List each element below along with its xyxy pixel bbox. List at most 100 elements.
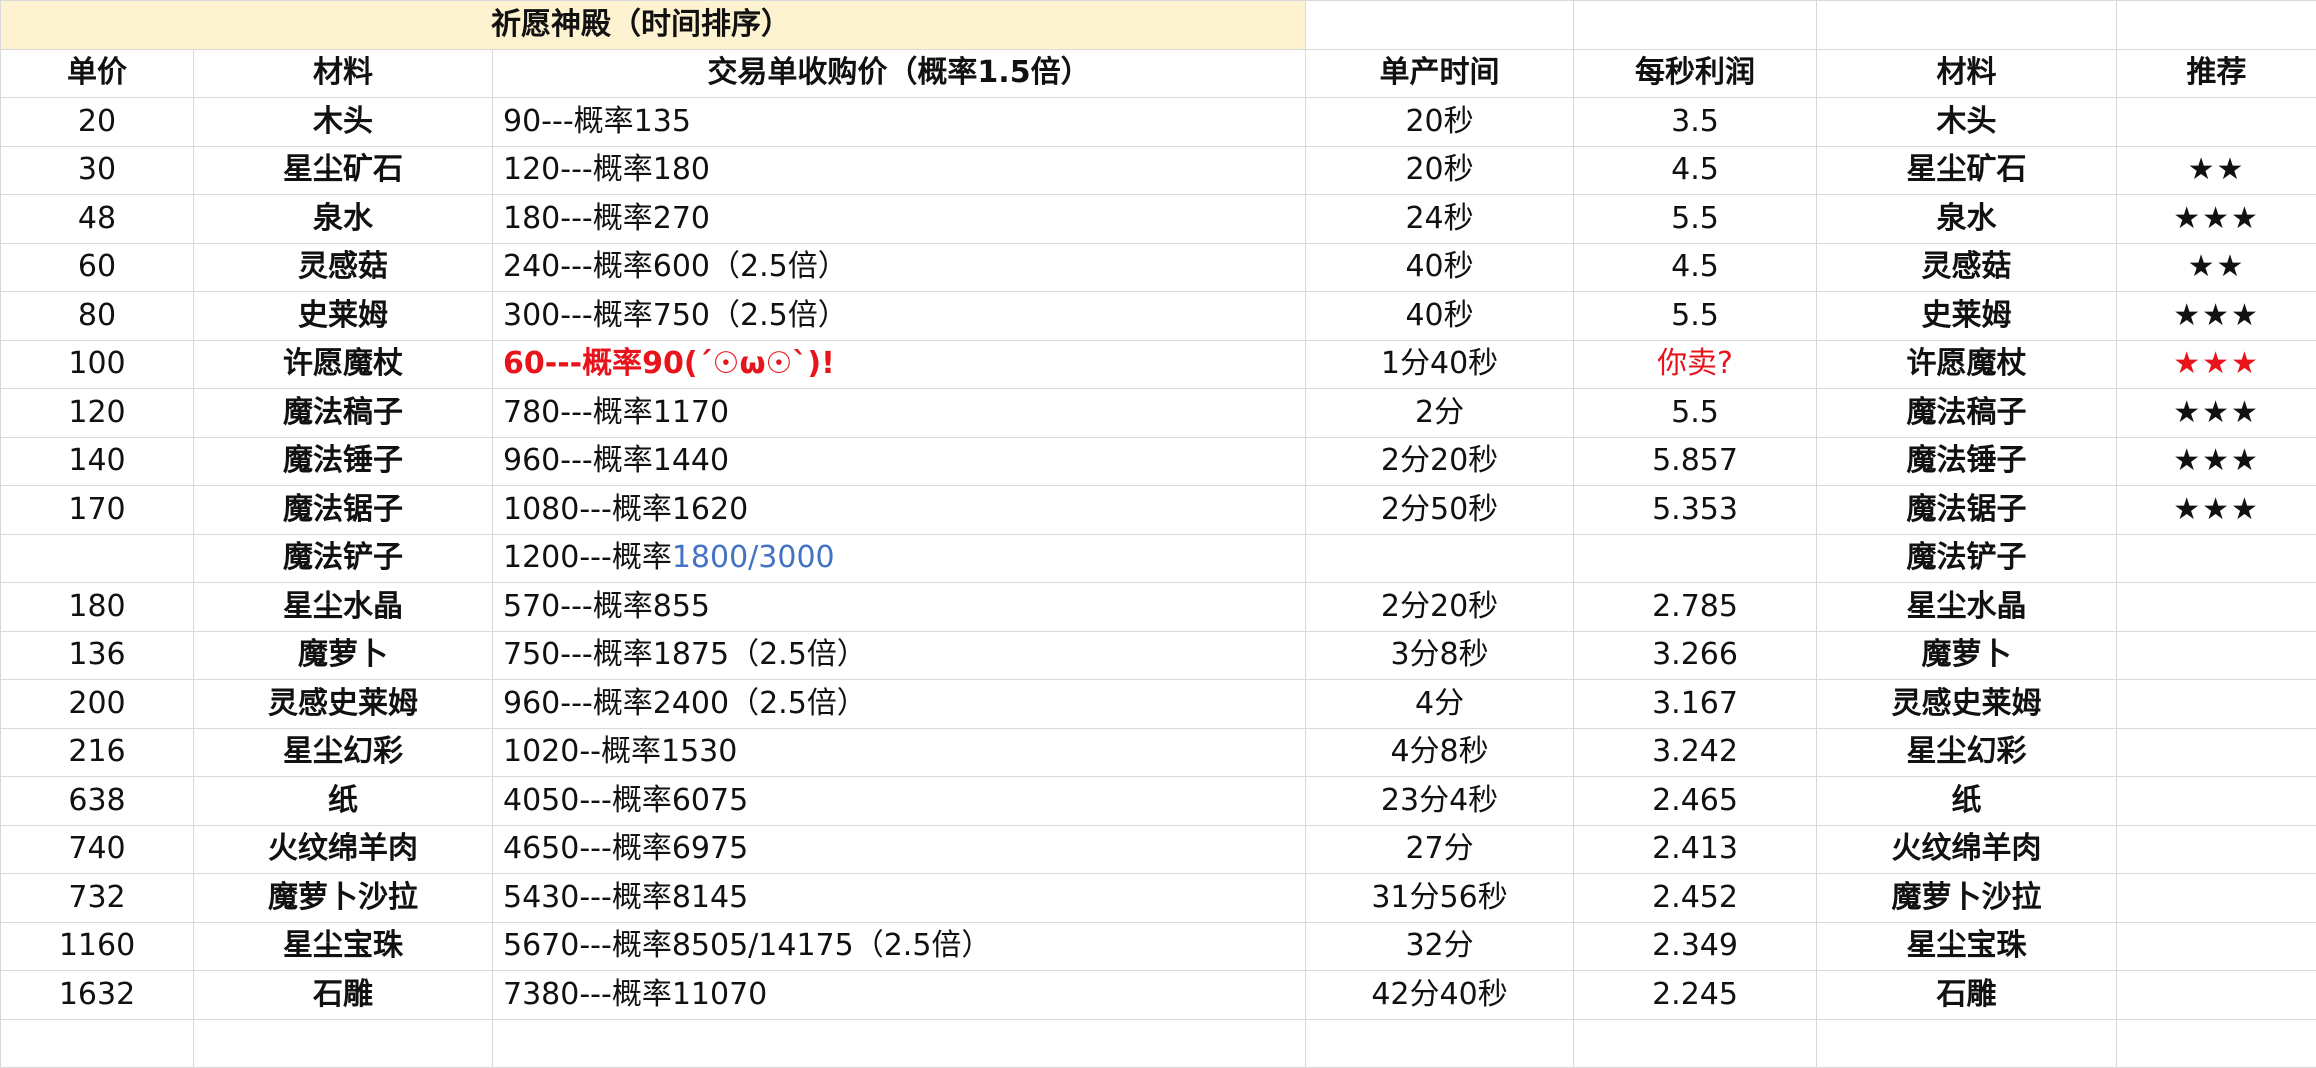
recommend-stars[interactable] — [2117, 971, 2316, 1020]
price-cell[interactable]: 60 — [1, 243, 194, 292]
header-recommend[interactable]: 推荐 — [2117, 49, 2316, 98]
production-time-cell[interactable]: 40秒 — [1306, 292, 1574, 341]
trade-price-cell[interactable]: 5670---概率8505/14175（2.5倍） — [493, 922, 1306, 971]
material-cell[interactable]: 星尘幻彩 — [194, 728, 493, 777]
price-cell[interactable]: 120 — [1, 389, 194, 438]
recommend-stars[interactable] — [2117, 534, 2316, 583]
trade-price-cell[interactable]: 4050---概率6075 — [493, 777, 1306, 826]
profit-cell[interactable]: 5.353 — [1574, 486, 1817, 535]
production-time-cell[interactable]: 2分20秒 — [1306, 583, 1574, 632]
material-cell[interactable]: 魔萝卜 — [194, 631, 493, 680]
profit-cell[interactable]: 2.245 — [1574, 971, 1817, 1020]
price-cell[interactable]: 216 — [1, 728, 194, 777]
recommend-stars[interactable] — [2117, 680, 2316, 729]
material-cell[interactable]: 魔法锤子 — [194, 437, 493, 486]
material-cell-2[interactable]: 魔法锤子 — [1817, 437, 2117, 486]
trade-price-cell[interactable]: 180---概率270 — [493, 195, 1306, 244]
production-time-cell[interactable]: 24秒 — [1306, 195, 1574, 244]
recommend-stars[interactable]: ★★★ — [2117, 437, 2316, 486]
price-cell[interactable]: 180 — [1, 583, 194, 632]
trade-price-cell[interactable]: 960---概率1440 — [493, 437, 1306, 486]
profit-cell[interactable]: 2.785 — [1574, 583, 1817, 632]
profit-cell[interactable]: 3.242 — [1574, 728, 1817, 777]
material-cell[interactable]: 魔萝卜沙拉 — [194, 874, 493, 923]
header-material[interactable]: 材料 — [194, 49, 493, 98]
material-cell-2[interactable]: 星尘水晶 — [1817, 583, 2117, 632]
profit-cell[interactable]: 5.5 — [1574, 195, 1817, 244]
trade-price-cell[interactable]: 1020--概率1530 — [493, 728, 1306, 777]
material-cell[interactable]: 灵感菇 — [194, 243, 493, 292]
material-cell-2[interactable]: 石雕 — [1817, 971, 2117, 1020]
material-cell-2[interactable]: 魔法锯子 — [1817, 486, 2117, 535]
trade-price-cell[interactable]: 240---概率600（2.5倍） — [493, 243, 1306, 292]
production-time-cell[interactable]: 2分 — [1306, 389, 1574, 438]
material-cell[interactable]: 魔法铲子 — [194, 534, 493, 583]
material-cell-2[interactable]: 星尘幻彩 — [1817, 728, 2117, 777]
material-cell[interactable]: 火纹绵羊肉 — [194, 825, 493, 874]
material-cell-2[interactable]: 纸 — [1817, 777, 2117, 826]
trade-price-cell[interactable]: 570---概率855 — [493, 583, 1306, 632]
production-time-cell[interactable]: 40秒 — [1306, 243, 1574, 292]
trade-price-cell[interactable]: 1200---概率1800/3000 — [493, 534, 1306, 583]
material-cell-2[interactable]: 木头 — [1817, 98, 2117, 147]
price-cell[interactable]: 30 — [1, 146, 194, 195]
price-cell[interactable]: 732 — [1, 874, 194, 923]
material-cell-2[interactable]: 灵感史莱姆 — [1817, 680, 2117, 729]
recommend-stars[interactable] — [2117, 777, 2316, 826]
header-trade-price[interactable]: 交易单收购价（概率1.5倍） — [493, 49, 1306, 98]
price-cell[interactable]: 638 — [1, 777, 194, 826]
production-time-cell[interactable]: 20秒 — [1306, 98, 1574, 147]
price-cell[interactable]: 80 — [1, 292, 194, 341]
profit-cell[interactable]: 4.5 — [1574, 243, 1817, 292]
price-cell[interactable]: 740 — [1, 825, 194, 874]
production-time-cell[interactable]: 27分 — [1306, 825, 1574, 874]
empty-cell[interactable] — [1574, 1, 1817, 50]
material-cell[interactable]: 许愿魔杖 — [194, 340, 493, 389]
price-cell[interactable]: 200 — [1, 680, 194, 729]
price-cell[interactable]: 20 — [1, 98, 194, 147]
material-cell-2[interactable]: 泉水 — [1817, 195, 2117, 244]
production-time-cell[interactable]: 42分40秒 — [1306, 971, 1574, 1020]
empty-cell[interactable] — [1306, 1, 1574, 50]
recommend-stars[interactable] — [2117, 583, 2316, 632]
material-cell[interactable]: 纸 — [194, 777, 493, 826]
material-cell[interactable]: 星尘水晶 — [194, 583, 493, 632]
trade-price-cell[interactable]: 1080---概率1620 — [493, 486, 1306, 535]
production-time-cell[interactable]: 1分40秒 — [1306, 340, 1574, 389]
trade-price-cell[interactable]: 60---概率90(´☉ω☉`)! — [493, 340, 1306, 389]
production-time-cell[interactable]: 4分8秒 — [1306, 728, 1574, 777]
production-time-cell[interactable]: 23分4秒 — [1306, 777, 1574, 826]
price-cell[interactable]: 1632 — [1, 971, 194, 1020]
production-time-cell[interactable]: 2分20秒 — [1306, 437, 1574, 486]
empty-cell[interactable] — [194, 1019, 493, 1068]
sheet-title[interactable]: 祈愿神殿（时间排序） — [1, 1, 1306, 50]
trade-price-cell[interactable]: 300---概率750（2.5倍） — [493, 292, 1306, 341]
recommend-stars[interactable] — [2117, 922, 2316, 971]
recommend-stars[interactable] — [2117, 98, 2316, 147]
recommend-stars[interactable]: ★★ — [2117, 243, 2316, 292]
trade-price-cell[interactable]: 750---概率1875（2.5倍） — [493, 631, 1306, 680]
price-cell[interactable]: 1160 — [1, 922, 194, 971]
recommend-stars[interactable]: ★★★ — [2117, 340, 2316, 389]
production-time-cell[interactable]: 2分50秒 — [1306, 486, 1574, 535]
profit-cell[interactable]: 5.5 — [1574, 389, 1817, 438]
price-cell[interactable]: 170 — [1, 486, 194, 535]
trade-price-cell[interactable]: 4650---概率6975 — [493, 825, 1306, 874]
profit-cell[interactable]: 5.5 — [1574, 292, 1817, 341]
empty-cell[interactable] — [1, 1019, 194, 1068]
material-cell[interactable]: 星尘宝珠 — [194, 922, 493, 971]
material-cell[interactable]: 史莱姆 — [194, 292, 493, 341]
empty-cell[interactable] — [493, 1019, 1306, 1068]
material-cell-2[interactable]: 火纹绵羊肉 — [1817, 825, 2117, 874]
material-cell-2[interactable]: 星尘矿石 — [1817, 146, 2117, 195]
production-time-cell[interactable] — [1306, 534, 1574, 583]
price-cell[interactable]: 136 — [1, 631, 194, 680]
profit-cell[interactable]: 你卖? — [1574, 340, 1817, 389]
recommend-stars[interactable] — [2117, 874, 2316, 923]
empty-cell[interactable] — [2117, 1019, 2316, 1068]
header-price[interactable]: 单价 — [1, 49, 194, 98]
recommend-stars[interactable] — [2117, 728, 2316, 777]
material-cell[interactable]: 魔法锯子 — [194, 486, 493, 535]
profit-cell[interactable] — [1574, 534, 1817, 583]
material-cell-2[interactable]: 星尘宝珠 — [1817, 922, 2117, 971]
